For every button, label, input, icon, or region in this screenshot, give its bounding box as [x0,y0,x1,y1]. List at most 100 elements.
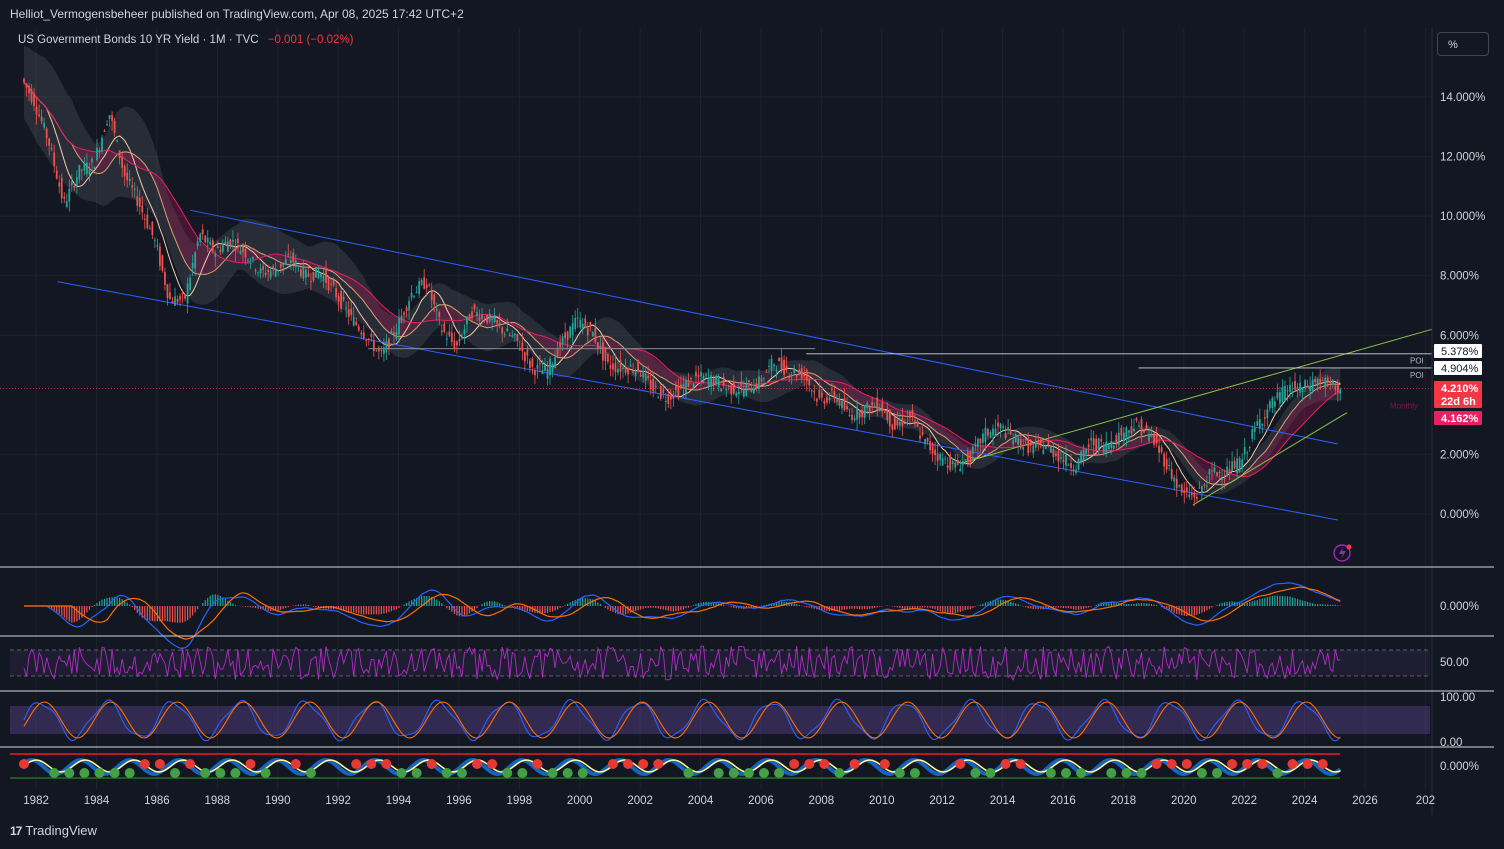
candle-body [340,290,343,309]
candle-body [639,374,642,377]
candle-body [518,348,521,350]
candle-body [164,271,166,286]
candle-body [1014,433,1017,442]
buy-dot [49,768,60,778]
wedge-lower-line [1192,412,1348,506]
candle-body [657,397,660,399]
x-tick-label: 1982 [23,795,49,807]
candle-body [815,398,818,402]
chart-legend[interactable]: US Government Bonds 10 YR Yield · 1M · T… [18,34,353,46]
candle-body [1329,381,1332,384]
buy-dot [547,768,558,778]
candle-body [28,86,30,94]
candle-body [909,411,911,418]
sell-dot [1317,759,1328,769]
sell-dot [139,759,150,769]
candle-body [984,427,987,443]
candle-body [1024,439,1027,441]
price-label: 4.904% [1434,361,1482,375]
channel-upper-line [190,209,1338,445]
candle-body [1155,433,1158,444]
candle-body [106,124,108,126]
candle-body [1100,439,1103,442]
x-tick-label: 2016 [1050,795,1076,807]
buy-dot [517,768,528,778]
candle-body [496,320,499,324]
candle-body [989,432,992,438]
candle-body [398,317,400,335]
candle-body [529,360,531,369]
candle-body [966,451,969,463]
candle-body [493,317,496,323]
candle-body [325,269,327,284]
candle-body [174,296,176,306]
candle-body [211,240,214,252]
buy-dot [1076,768,1087,778]
candle-body [531,358,534,367]
candle-body [1052,448,1055,457]
brand-name: TradingView [25,823,97,838]
candle-body [98,149,101,153]
chart-area[interactable]: POI POI Monthly 14.000% 12.000% 10.000% 8.000… [0,28,1504,815]
candle-body [881,402,884,412]
signal-dots-pane [10,753,1342,779]
candle-body [677,386,680,396]
candle-body [737,391,740,394]
candle-body [209,241,212,245]
sell-dot [1227,759,1238,769]
candle-body [954,462,957,468]
candle-body [307,273,310,277]
candle-body [549,358,551,376]
candle-body [1135,418,1138,421]
unit-toggle-button[interactable]: % [1437,32,1489,56]
buy-dot [1060,768,1071,778]
candle-body [712,378,715,386]
price-label-text: 4.210% [1441,383,1479,395]
candle-body [574,318,577,330]
candle-body [121,156,124,168]
candle-body [1324,377,1327,389]
candle-body [534,370,536,376]
candle-body [1243,447,1246,455]
x-tick-label: 1986 [144,795,170,807]
candle-body [931,443,934,454]
candle-body [803,374,806,377]
candle-body [242,246,244,253]
sell-dot [1302,759,1313,769]
buy-dot [1136,768,1147,778]
buy-dot [79,768,90,778]
candle-body [466,316,468,325]
buy-dot [230,768,241,778]
candle-body [1206,485,1208,487]
candle-body [742,388,745,397]
y-tick-label: 8.000% [1440,271,1479,283]
candle-body [929,441,931,451]
candle-body [647,375,650,379]
candle-body [735,392,738,397]
candle-body [1110,441,1113,448]
candle-body [347,309,350,317]
candle-body [1092,438,1095,446]
candle-body [936,453,939,462]
buy-dot [683,768,694,778]
candle-body [410,292,413,298]
candle-body [1130,426,1133,434]
tradingview-logo[interactable]: 17 TradingView [10,823,97,838]
candle-body [445,338,448,340]
candle-body [1077,458,1080,470]
candle-body [146,214,149,228]
candle-body [1251,429,1254,439]
candle-body [226,241,229,252]
candle-body [569,326,572,338]
candle-body [826,397,828,403]
candle-body [659,385,662,399]
candle-body [664,400,667,402]
candle-body [581,323,584,329]
buy-dot [728,768,739,778]
candle-body [690,377,692,379]
candle-body [440,330,443,333]
candle-body [1208,468,1211,475]
candle-body [1095,438,1098,450]
candle-body [964,459,967,461]
candle-body [330,283,332,285]
